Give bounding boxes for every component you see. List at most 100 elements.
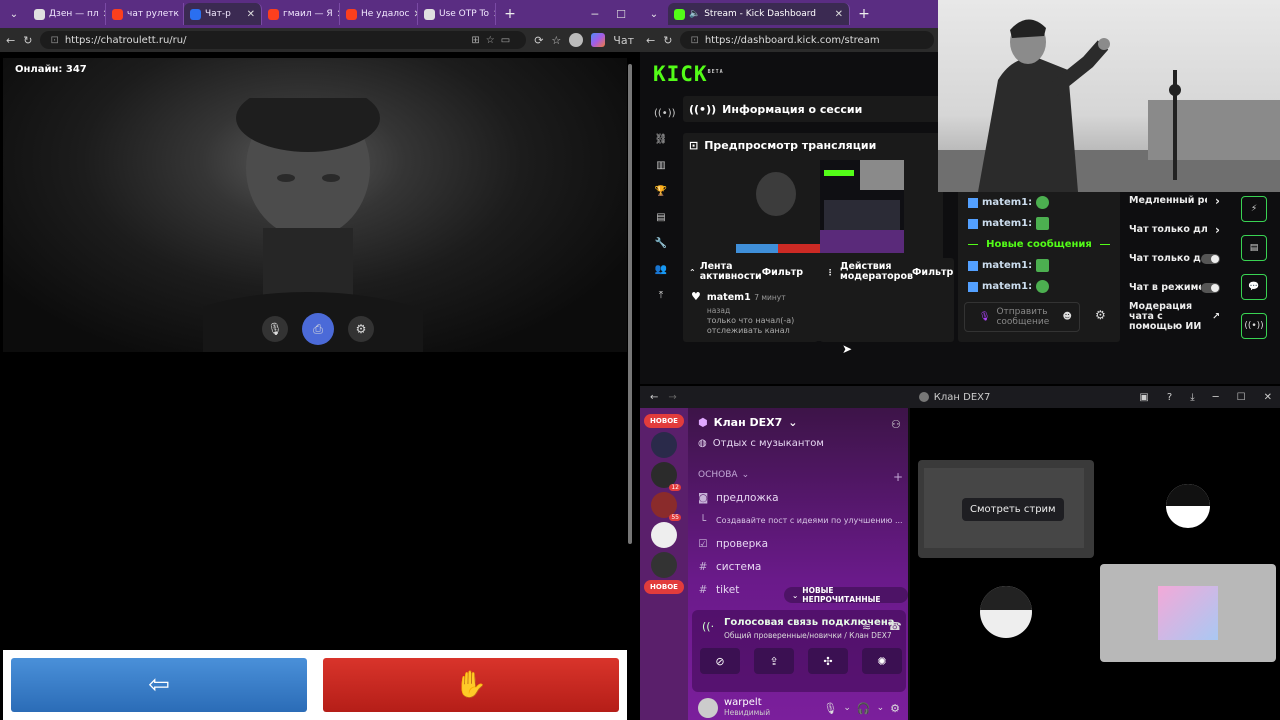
link-icon[interactable]: ⛓: [654, 134, 668, 148]
tab-list-chevron-icon[interactable]: ⌄: [640, 0, 668, 28]
favorites-icon[interactable]: ☆: [551, 34, 561, 47]
add-channel-icon[interactable]: +: [893, 470, 903, 484]
channel-item[interactable]: ☑ проверка: [640, 532, 908, 555]
add-member-icon[interactable]: ⚇: [891, 418, 901, 431]
new-badge[interactable]: НОВОЕ: [644, 414, 684, 428]
microphone-icon[interactable]: 🎙: [979, 312, 990, 322]
lightning-icon[interactable]: ⚡: [1241, 196, 1267, 222]
chevron-down-icon[interactable]: ⌄: [877, 703, 885, 713]
close-tab-icon[interactable]: ✕: [247, 9, 255, 20]
chat-user[interactable]: matem1:: [982, 281, 1032, 292]
reload-icon[interactable]: ↻: [23, 34, 32, 47]
copilot-icon[interactable]: [591, 33, 606, 47]
url-field[interactable]: ⊡ https://dashboard.kick.com/stream: [680, 31, 934, 49]
noise-suppression-icon[interactable]: ≋: [862, 620, 871, 633]
screen-share-icon[interactable]: ▣: [1139, 392, 1148, 403]
external-link-icon[interactable]: ↗: [1212, 311, 1220, 322]
document-icon[interactable]: ▤: [1241, 235, 1267, 261]
site-info-icon[interactable]: ⊡: [690, 35, 698, 46]
drag-handle-icon[interactable]: ⋮: [826, 268, 834, 277]
chat-setting-row[interactable]: Модерация чата с помощью ИИ ↗: [1123, 302, 1226, 332]
browser-tab[interactable]: Не удалос✕: [340, 3, 418, 25]
chat-user[interactable]: matem1:: [982, 260, 1032, 271]
extensions-icon[interactable]: ⟳: [534, 34, 543, 47]
camera-switch-icon[interactable]: ⎙: [302, 313, 334, 345]
chat-setting-row[interactable]: Чат только для фолловеров ›: [1123, 215, 1226, 244]
screen-share-icon[interactable]: ⇪: [754, 648, 794, 674]
browser-tab[interactable]: чат рулетк✕: [106, 3, 184, 25]
url-field[interactable]: ⊡ https://chatroulett.ru/ru/ ⊞☆▭: [40, 31, 527, 49]
page-scrollbar[interactable]: [628, 64, 632, 544]
tab-list-chevron-icon[interactable]: ⌄: [0, 0, 28, 28]
event-item[interactable]: ◍ Отдых с музыкантом: [698, 438, 824, 449]
channel-item[interactable]: # система: [640, 555, 908, 578]
chat-user[interactable]: matem1:: [982, 218, 1032, 229]
participant-tile[interactable]: [1100, 460, 1276, 558]
avatar[interactable]: [698, 698, 718, 718]
profile-avatar[interactable]: [569, 33, 584, 47]
broadcast-icon[interactable]: ((•)): [654, 108, 676, 122]
participant-tile[interactable]: [918, 564, 1094, 662]
user-settings-gear-icon[interactable]: ⚙: [890, 702, 900, 715]
minimize-icon[interactable]: ─: [592, 8, 599, 21]
chevron-right-icon[interactable]: ›: [1215, 194, 1220, 208]
watch-stream-button[interactable]: Смотреть стрим: [962, 498, 1064, 521]
chat-input[interactable]: 🎙 Отправить сообщение ☻: [964, 302, 1080, 332]
help-icon[interactable]: ?: [1167, 392, 1172, 403]
download-icon[interactable]: ⤓: [1190, 392, 1194, 403]
url-actions-icons[interactable]: ⊞☆▭: [471, 35, 516, 46]
sound-icon[interactable]: 🔈: [689, 9, 700, 19]
upload-icon[interactable]: ⤒: [654, 290, 668, 304]
tab-kick[interactable]: 🔈 Stream - Kick Dashboard ✕: [668, 3, 850, 25]
activities-icon[interactable]: ✣: [808, 648, 848, 674]
next-button[interactable]: ⇦: [11, 658, 307, 712]
server-icon[interactable]: [651, 432, 677, 458]
chat-settings-gear-icon[interactable]: ⚙: [1095, 308, 1106, 322]
mod-filter-button[interactable]: Фильтр: [912, 267, 953, 278]
new-unread-pill[interactable]: ⌄ НОВЫЕ НЕПРОЧИТАННЫЕ: [784, 586, 908, 604]
chat-setting-row[interactable]: Чат в режиме эмодзи: [1123, 273, 1226, 302]
headphones-icon[interactable]: 🎧: [857, 702, 871, 715]
user-name[interactable]: warpelt: [724, 698, 770, 708]
minimize-icon[interactable]: ─: [1213, 392, 1219, 403]
back-arrow-icon[interactable]: ←: [650, 392, 658, 403]
wrench-icon[interactable]: 🔧: [654, 238, 668, 252]
server-header[interactable]: ⬢ Клан DEX7 ⌄: [698, 416, 798, 429]
new-tab-plus-icon[interactable]: +: [850, 0, 878, 28]
emoji-icon[interactable]: ☻: [1062, 312, 1071, 322]
settings-gear-icon[interactable]: ⚙: [348, 316, 374, 342]
chevron-right-icon[interactable]: ›: [1215, 223, 1220, 237]
chevron-down-icon[interactable]: ⌄: [843, 703, 851, 713]
stream-tile[interactable]: Смотреть стрим: [918, 460, 1094, 558]
browser-tab[interactable]: Дзен — пл✕: [28, 3, 106, 25]
microphone-icon[interactable]: 🎙: [823, 702, 837, 715]
site-info-icon[interactable]: ⊡: [50, 35, 58, 46]
browser-tab[interactable]: гмаил — Я✕: [262, 3, 340, 25]
reload-icon[interactable]: ↻: [663, 34, 672, 47]
camera-off-icon[interactable]: ⊘: [700, 648, 740, 674]
server-icon[interactable]: 12: [651, 462, 681, 491]
chat-bubble-icon[interactable]: 💬: [1241, 274, 1267, 300]
maximize-icon[interactable]: ☐: [1237, 392, 1246, 403]
chat-user[interactable]: matem1:: [982, 197, 1032, 208]
new-tab-plus-icon[interactable]: +: [496, 0, 524, 28]
signal-icon[interactable]: ((·: [702, 620, 714, 633]
back-arrow-icon[interactable]: ←: [646, 34, 655, 47]
browser-tab[interactable]: Чат-р ✕: [184, 3, 262, 25]
soundboard-icon[interactable]: ✺: [862, 648, 902, 674]
disconnect-icon[interactable]: ☎: [888, 620, 902, 633]
session-info-panel[interactable]: ((•)) Информация о сессии: [683, 96, 943, 122]
browser-tab[interactable]: Use OTP To✕: [418, 3, 496, 25]
back-arrow-icon[interactable]: ←: [6, 34, 15, 47]
trophy-icon[interactable]: 🏆: [654, 186, 668, 200]
broadcast-icon[interactable]: ((•)): [1241, 313, 1267, 339]
activity-filter-button[interactable]: Фильтр: [762, 267, 803, 278]
close-icon[interactable]: ✕: [1264, 392, 1272, 403]
stop-button[interactable]: ✋: [323, 658, 619, 712]
analytics-icon[interactable]: ▥: [654, 160, 668, 174]
category-header[interactable]: ОСНОВА ⌄ +: [698, 470, 903, 484]
maximize-icon[interactable]: ☐: [616, 8, 626, 21]
close-tab-icon[interactable]: ✕: [835, 9, 843, 20]
feed-user[interactable]: matem1: [707, 292, 751, 303]
media-icon[interactable]: ▤: [654, 212, 668, 226]
